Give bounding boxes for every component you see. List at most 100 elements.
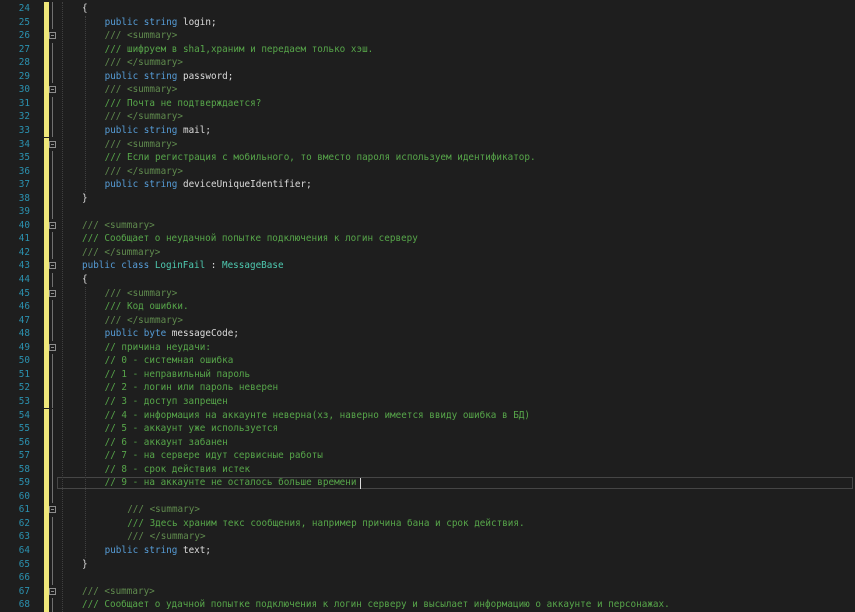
- code-text: // 4 - информация на аккаунте неверна(хз…: [105, 409, 530, 423]
- code-line[interactable]: 30 /// <summary>: [0, 83, 855, 97]
- line-number: 56: [18, 436, 30, 448]
- code-line[interactable]: 38}: [0, 191, 855, 206]
- code-line[interactable]: 31 /// Почта не подтверждается?: [0, 96, 855, 111]
- code-token: public: [104, 179, 139, 191]
- fold-line: [52, 571, 53, 585]
- code-line[interactable]: 51 // 1 - неправильный пароль: [0, 367, 855, 382]
- code-line[interactable]: 34 /// <summary>: [0, 137, 855, 152]
- code-token: // 6 - аккаунт забанен: [104, 436, 228, 448]
- modified-indicator: [44, 273, 49, 287]
- code-text: {: [82, 2, 88, 16]
- code-line[interactable]: 61 /// <summary>: [0, 503, 855, 517]
- code-text: /// <summary>: [82, 585, 155, 599]
- code-line[interactable]: 42 /// </summary>: [0, 245, 855, 260]
- code-token: mail;: [177, 124, 211, 136]
- code-line[interactable]: 45 /// <summary>: [0, 286, 855, 301]
- line-number: 30: [18, 84, 30, 96]
- fold-line: [52, 232, 53, 246]
- modified-indicator: [44, 69, 49, 84]
- collapse-icon[interactable]: [49, 289, 56, 297]
- code-line[interactable]: 26 /// <summary>: [0, 29, 855, 43]
- code-line[interactable]: 39: [0, 205, 855, 219]
- fold-line: [52, 313, 53, 328]
- modified-indicator: [44, 15, 49, 30]
- code-token: // причина неудачи:: [104, 341, 211, 353]
- code-line[interactable]: 32 /// </summary>: [0, 110, 855, 124]
- line-number: 24: [18, 3, 30, 14]
- code-token: /// <summary>: [104, 138, 178, 150]
- code-token: class: [121, 260, 150, 272]
- code-text: /// <summary>: [127, 503, 200, 517]
- code-line[interactable]: 55 // 5 - аккаунт уже используется: [0, 422, 855, 436]
- code-line[interactable]: 35 /// Если регистрация с мобильного, то …: [0, 151, 855, 165]
- fold-line: [52, 422, 53, 436]
- code-line[interactable]: 27 /// шифруем в sha1,храним и передаем т…: [0, 42, 855, 57]
- fold-line: [52, 530, 53, 544]
- code-line[interactable]: 37 public string deviceUniqueIdentifier;: [0, 178, 855, 192]
- code-line[interactable]: 66: [0, 571, 855, 585]
- modified-indicator: [44, 422, 49, 436]
- code-editor[interactable]: 24 {25 public string login; 26 /// <summary>…: [0, 0, 855, 612]
- code-line[interactable]: 41 /// Сообщает о неудачной попытке подкл…: [0, 232, 855, 246]
- code-line[interactable]: 64 public string text;: [0, 544, 855, 558]
- code-token: /// Здесь храним текс сообщения, наприме…: [127, 517, 525, 529]
- code-line[interactable]: 49 // причина неудачи:: [0, 340, 855, 355]
- code-line[interactable]: 47 /// </summary>: [0, 313, 855, 328]
- code-token: :: [205, 260, 222, 272]
- code-line[interactable]: 65}: [0, 557, 855, 572]
- code-line[interactable]: 48 public byte messageCode;: [0, 327, 855, 341]
- fold-line: [52, 476, 53, 490]
- code-line[interactable]: 62 /// Здесь храним текс сообщения, напри…: [0, 516, 855, 531]
- code-line[interactable]: 40 /// <summary>: [0, 218, 855, 233]
- collapse-icon[interactable]: [49, 506, 56, 514]
- code-token: /// <summary>: [82, 585, 155, 597]
- fold-line: [52, 191, 53, 206]
- indent-guide: [85, 15, 86, 192]
- code-text: /// </summary>: [82, 246, 160, 260]
- code-line[interactable]: 58 // 8 - срок действия истек: [0, 462, 855, 477]
- code-line[interactable]: 43 public class LoginFail : MessageBase: [0, 259, 855, 273]
- code-line[interactable]: 24 {: [0, 2, 855, 16]
- code-line[interactable]: 56 // 6 - аккаунт забанен: [0, 435, 855, 450]
- fold-line: [52, 516, 53, 531]
- code-line[interactable]: 67 /// <summary>: [0, 584, 855, 599]
- code-token: // 1 - неправильный пароль: [104, 368, 251, 380]
- modified-indicator: [44, 191, 49, 206]
- modified-indicator: [44, 476, 49, 490]
- code-line[interactable]: 36 /// </summary>: [0, 164, 855, 179]
- fold-line: [52, 462, 53, 477]
- modified-indicator: [44, 232, 49, 246]
- code-line[interactable]: 68 /// Сообщает о удачной попытке подключ…: [0, 598, 855, 612]
- code-line[interactable]: 33 public string mail;: [0, 123, 855, 138]
- code-line[interactable]: 25 public string login;: [0, 15, 855, 30]
- code-line[interactable]: 53 // 3 - доступ запрещен: [0, 394, 855, 409]
- collapse-icon[interactable]: [49, 587, 56, 595]
- code-line[interactable]: 54 // 4 - информация на аккаунте неверна(…: [0, 408, 855, 423]
- code-text: // 8 - срок действия истек: [105, 463, 251, 477]
- code-line[interactable]: 60: [0, 489, 855, 504]
- collapse-icon[interactable]: [49, 32, 56, 40]
- code-line[interactable]: 29 public string password;: [0, 69, 855, 84]
- line-number: 48: [18, 328, 30, 340]
- line-number: 59: [18, 477, 30, 489]
- code-line[interactable]: 44 {: [0, 273, 855, 287]
- code-line[interactable]: 57 // 7 - на сервере идут сервисные работ…: [0, 449, 855, 463]
- collapse-icon[interactable]: [49, 140, 56, 148]
- code-token: /// Код ошибки.: [104, 301, 189, 313]
- collapse-icon[interactable]: [49, 343, 56, 351]
- code-text: /// </summary>: [105, 110, 183, 124]
- code-token: // 4 - информация на аккаунте неверна(хз…: [104, 409, 530, 421]
- code-line[interactable]: 52 // 2 - логин или пароль неверен: [0, 381, 855, 395]
- code-text: // 7 - на сервере идут сервисные работы: [105, 449, 323, 463]
- code-line[interactable]: 28 /// </summary>: [0, 56, 855, 70]
- collapse-icon[interactable]: [49, 221, 56, 229]
- code-line[interactable]: 50 // 0 - системная ошибка: [0, 354, 855, 368]
- code-line[interactable]: 46 /// Код ошибки.: [0, 300, 855, 314]
- code-line[interactable]: 63 /// </summary>: [0, 530, 855, 544]
- line-number: 35: [18, 152, 30, 164]
- collapse-icon[interactable]: [49, 86, 56, 94]
- fold-line: [52, 178, 53, 192]
- modified-indicator: [44, 123, 49, 138]
- collapse-icon[interactable]: [49, 262, 56, 270]
- line-number: 39: [18, 206, 30, 218]
